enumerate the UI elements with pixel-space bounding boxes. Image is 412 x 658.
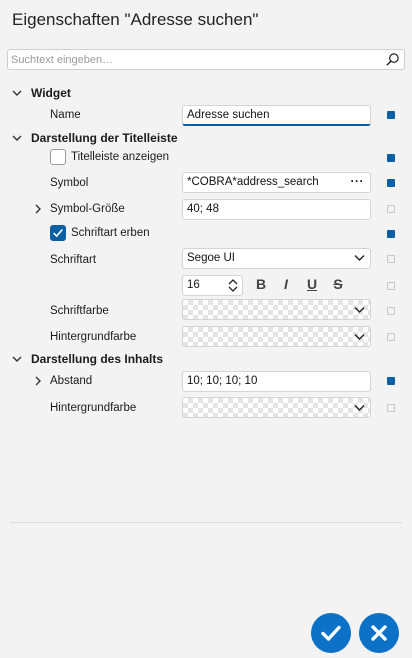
chevron-right-icon[interactable] [33,204,43,214]
underline-button[interactable]: U [303,276,321,294]
chevron-down-icon[interactable] [12,88,22,98]
default-indicator [387,205,395,213]
section-title-bar-label: Darstellung der Titelleiste [31,131,178,145]
close-icon [371,625,387,641]
section-content-label: Darstellung des Inhalts [31,352,164,366]
default-indicator [387,255,395,263]
symbol-label: Symbol [50,177,89,189]
cancel-button[interactable] [359,613,399,653]
content-bg-color-label: Hintergrundfarbe [50,402,137,414]
padding-label: Abstand [50,375,93,387]
check-icon [321,625,341,641]
search-box[interactable] [7,49,405,70]
chevron-down-icon [354,405,365,411]
padding-value: 10; 10; 10; 10 [187,375,258,387]
modified-indicator [387,377,395,385]
content-bg-color-picker[interactable] [182,397,371,418]
default-indicator [387,333,395,341]
strikethrough-button[interactable]: S [329,276,347,294]
modified-indicator [387,230,395,238]
chevron-down-icon [354,334,365,340]
title-bg-color-label: Hintergrundfarbe [50,331,137,343]
show-title-bar-checkbox[interactable] [50,149,66,165]
chevron-down-icon[interactable] [12,354,22,364]
search-input[interactable] [11,52,376,68]
section-widget-label: Widget [31,86,71,100]
chevron-down-icon [354,255,365,261]
spinner-icon[interactable] [227,278,239,293]
divider [10,522,402,523]
name-value: Adresse suchen [187,109,270,121]
chevron-down-icon [354,307,365,313]
name-label: Name [50,109,81,121]
font-color-label: Schriftfarbe [50,305,109,317]
chevron-right-icon[interactable] [33,376,43,386]
font-size-value: 16 [187,279,200,291]
bold-button[interactable]: B [252,276,270,294]
italic-button[interactable]: I [277,276,295,294]
inherit-font-label: Schriftart erben [71,227,150,239]
modified-indicator [387,154,395,162]
default-indicator [387,307,395,315]
symbol-size-value: 40; 48 [187,203,219,215]
font-label: Schriftart [50,254,97,266]
show-title-bar-label: Titelleiste anzeigen [71,151,170,163]
browse-button[interactable]: ··· [351,174,365,188]
font-select[interactable]: Segoe UI [182,248,371,269]
font-size-stepper[interactable]: 16 [182,275,243,296]
name-field[interactable]: Adresse suchen [182,105,371,126]
symbol-value: *COBRA*address_search [187,176,319,188]
modified-indicator [387,111,395,119]
ok-button[interactable] [311,613,351,653]
check-icon [53,228,63,238]
padding-field[interactable]: 10; 10; 10; 10 [182,371,371,392]
symbol-size-label: Symbol-Größe [50,203,125,215]
search-icon[interactable] [385,52,400,67]
symbol-size-field[interactable]: 40; 48 [182,199,371,220]
font-color-picker[interactable] [182,299,371,320]
window-title: Eigenschaften "Adresse suchen" [12,10,259,29]
modified-indicator [387,179,395,187]
symbol-field[interactable]: *COBRA*address_search ··· [182,172,371,193]
chevron-down-icon[interactable] [12,133,22,143]
font-value: Segoe UI [187,252,235,264]
default-indicator [387,282,395,290]
default-indicator [387,404,395,412]
inherit-font-checkbox[interactable] [50,225,66,241]
title-bg-color-picker[interactable] [182,326,371,347]
